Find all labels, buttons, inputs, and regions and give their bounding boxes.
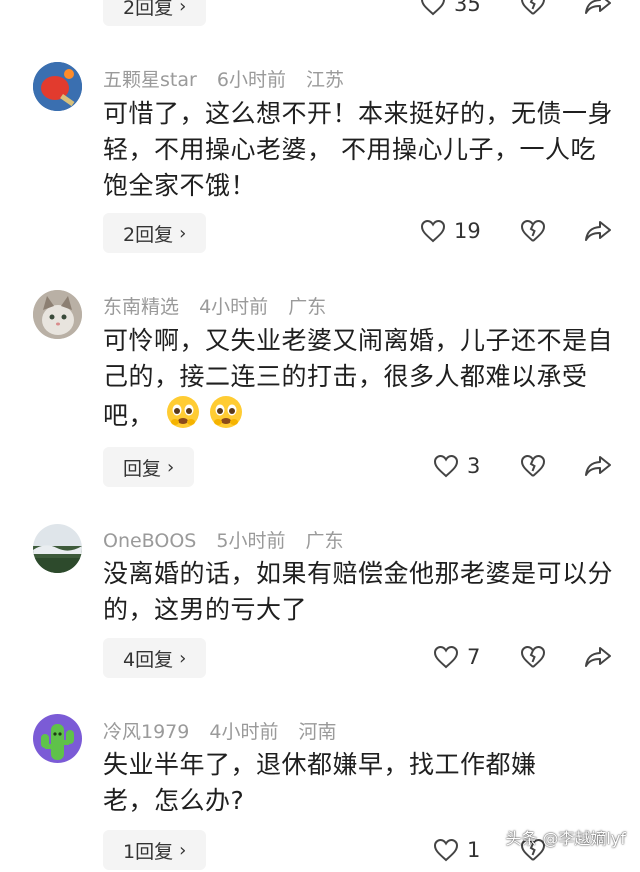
like-button[interactable]: 35 (420, 0, 481, 16)
like-count: 3 (467, 454, 481, 478)
avatar[interactable] (33, 290, 82, 339)
like-count: 7 (467, 645, 481, 669)
comment-text: 可怜啊，又失业老婆又闹离婚，儿子还不是自己的，接二连三的打击，很多人都难以承受吧… (103, 323, 613, 439)
dislike-button[interactable] (520, 454, 546, 482)
like-button[interactable]: 7 (433, 645, 480, 669)
username[interactable]: 冷风1979 (103, 721, 189, 743)
share-button[interactable] (584, 454, 612, 482)
heart-icon (421, 0, 445, 16)
broken-heart-icon (520, 645, 546, 668)
username[interactable]: OneBOOS (103, 530, 196, 552)
timestamp: 4小时前 (199, 296, 269, 318)
pleading-face-emoji-icon (166, 395, 200, 439)
comment-text: 没离婚的话，如果有赔偿金他那老婆是可以分的，这男的亏大了 (103, 559, 614, 624)
share-button[interactable] (584, 0, 612, 20)
comment-text: 失业半年了，退休都嫌早，找工作都嫌老，怎么办? (103, 750, 537, 815)
like-button[interactable]: 3 (433, 454, 480, 478)
heart-icon (433, 454, 459, 478)
comment-meta: 东南精选 4小时前 广东 (103, 292, 340, 319)
share-arrow-icon (585, 456, 611, 476)
username[interactable]: 五颗星star (103, 69, 197, 91)
dislike-button[interactable] (520, 645, 546, 673)
like-button[interactable]: 1 (433, 838, 480, 862)
share-arrow-icon (585, 221, 611, 241)
dislike-button[interactable] (520, 219, 546, 247)
heart-icon (433, 645, 459, 669)
timestamp: 6小时前 (216, 69, 286, 91)
like-count: 1 (467, 838, 481, 862)
avatar[interactable] (33, 714, 82, 763)
like-count: 35 (454, 0, 481, 16)
like-button[interactable]: 19 (420, 219, 481, 243)
location: 广东 (288, 296, 327, 318)
heart-icon (433, 838, 459, 862)
broken-heart-icon (520, 454, 546, 477)
timestamp: 5小时前 (216, 530, 286, 552)
comment-meta: 冷风1979 4小时前 河南 (103, 717, 351, 744)
avatar[interactable] (33, 524, 82, 573)
cat-photo-avatar-icon (33, 290, 82, 339)
broken-heart-icon (520, 219, 546, 242)
heart-icon (420, 219, 446, 243)
timestamp: 4小时前 (209, 721, 279, 743)
cactus-avatar-icon (33, 714, 82, 763)
share-button[interactable] (584, 219, 612, 247)
share-arrow-icon (585, 647, 611, 667)
broken-heart-icon (521, 0, 545, 15)
username[interactable]: 东南精选 (103, 296, 179, 318)
comment-meta: 五颗星star 6小时前 江苏 (103, 65, 358, 92)
dislike-button[interactable] (520, 0, 546, 20)
location: 河南 (298, 721, 337, 743)
share-button[interactable] (584, 645, 612, 673)
comment-text: 可惜了，这么想不开！本来挺好的，无债一身轻，不用操心老婆， 不用操心儿子，一人吃… (103, 99, 614, 200)
avatar[interactable] (33, 62, 82, 111)
location: 江苏 (306, 69, 345, 91)
pleading-face-emoji-icon (209, 395, 243, 439)
share-arrow-icon (585, 0, 611, 14)
watermark: 头条 @李越嫡lyf (505, 829, 626, 848)
like-count: 19 (454, 219, 481, 243)
location: 广东 (305, 530, 344, 552)
ping-pong-paddle-avatar-icon (33, 62, 82, 111)
comment-meta: OneBOOS 5小时前 广东 (103, 526, 358, 553)
landscape-photo-avatar-icon (33, 524, 82, 573)
